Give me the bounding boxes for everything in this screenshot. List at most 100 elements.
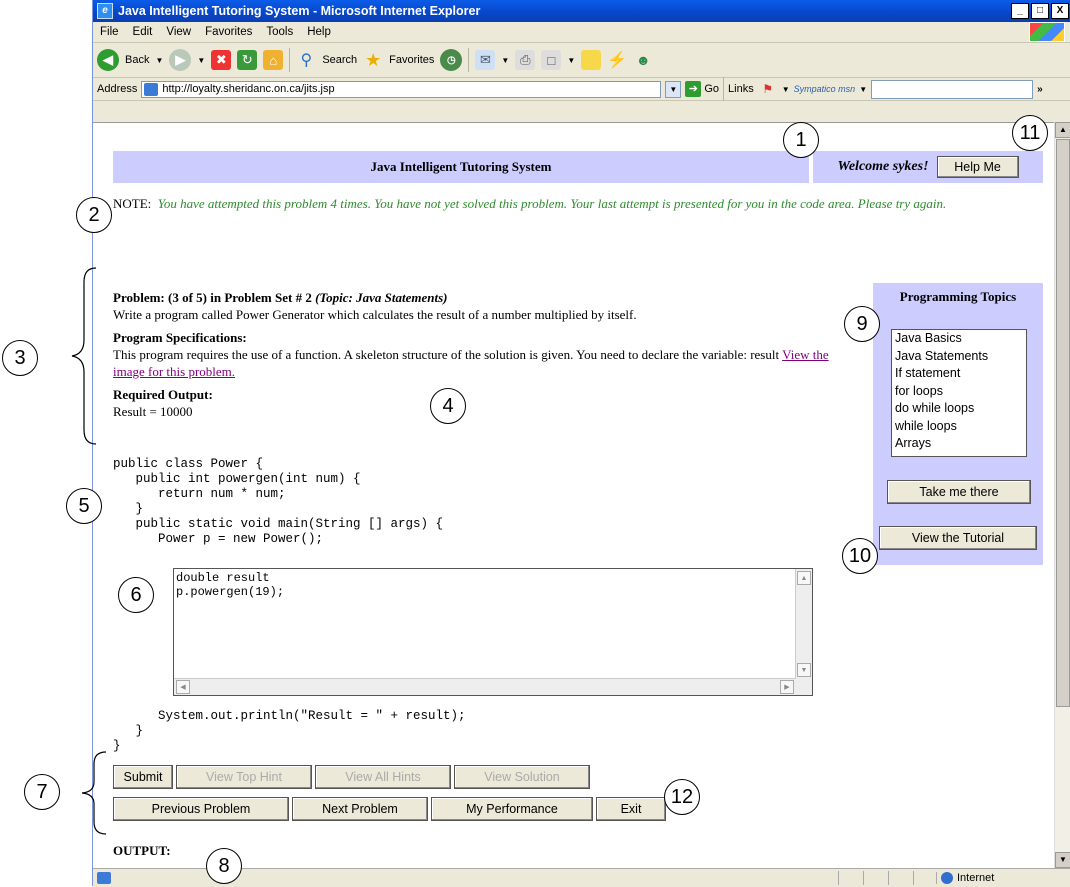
back-dropdown-icon[interactable]: ▼ [155, 56, 163, 65]
brace-7 [81, 751, 107, 835]
links-label[interactable]: Links [728, 83, 754, 95]
menu-view[interactable]: View [159, 26, 198, 38]
mail-dropdown-icon[interactable]: ▼ [501, 56, 509, 65]
spec-heading: Program Specifications: [113, 330, 247, 345]
code-input[interactable] [174, 569, 796, 679]
back-arrow-icon[interactable]: ◀ [97, 49, 119, 71]
favorites-star-icon[interactable]: ★ [363, 50, 383, 70]
minimize-button[interactable]: _ [1011, 3, 1029, 19]
topic-item[interactable]: Java Statements [895, 348, 1026, 366]
back-label[interactable]: Back [125, 54, 149, 66]
required-output: Result = 10000 [113, 404, 193, 419]
messenger-bolt-icon[interactable]: ⚡ [607, 50, 627, 70]
address-dropdown-icon[interactable]: ▼ [665, 80, 682, 98]
page-content: Java Intelligent Tutoring System Welcome… [93, 122, 1055, 869]
topic-item[interactable]: for loops [895, 383, 1026, 401]
translate-icon[interactable]: ⚑ [758, 79, 778, 99]
address-url[interactable]: http://loyalty.sheridanc.on.ca/jits.jsp [162, 83, 334, 95]
page-scroll-down-icon[interactable]: ▼ [1055, 852, 1070, 868]
edit-page-icon[interactable]: □ [541, 50, 562, 70]
menu-file[interactable]: File [93, 26, 126, 38]
menu-bar: File Edit View Favorites Tools Help [93, 22, 1070, 43]
favorites-label[interactable]: Favorites [389, 54, 434, 66]
close-button[interactable]: X [1051, 3, 1069, 19]
page-icon [144, 82, 159, 96]
forward-arrow-icon[interactable]: ▶ [169, 49, 192, 71]
callout-8: 8 [206, 848, 242, 884]
go-button[interactable]: ➔ Go [685, 81, 719, 97]
output-label: OUTPUT: [113, 843, 171, 858]
scroll-up-icon[interactable]: ▲ [797, 571, 811, 585]
status-cell [888, 871, 911, 885]
view-all-hints-button[interactable]: View All Hints [315, 765, 451, 789]
toolbar-separator [468, 48, 470, 72]
menu-favorites[interactable]: Favorites [198, 26, 259, 38]
my-performance-button[interactable]: My Performance [431, 797, 593, 821]
sympatico-dropdown-icon[interactable]: ▼ [859, 85, 867, 94]
page-title: Java Intelligent Tutoring System [370, 159, 552, 174]
stop-icon[interactable]: ✖ [211, 50, 232, 70]
editor-horizontal-scrollbar[interactable]: ◀ ▶ [174, 678, 796, 695]
topic-item[interactable]: If statement [895, 365, 1026, 383]
print-icon[interactable]: ⎙ [515, 50, 536, 70]
page-header: Java Intelligent Tutoring System [113, 151, 809, 183]
previous-problem-button[interactable]: Previous Problem [113, 797, 289, 821]
address-input[interactable]: http://loyalty.sheridanc.on.ca/jits.jsp [141, 80, 662, 98]
menu-help[interactable]: Help [300, 26, 338, 38]
messenger-people-icon[interactable]: ☻ [633, 50, 653, 70]
maximize-button[interactable]: □ [1031, 3, 1049, 19]
ie-icon: e [97, 3, 113, 19]
refresh-icon[interactable]: ↻ [237, 50, 258, 70]
topics-listbox[interactable]: Java Basics Java Statements If statement… [891, 329, 1027, 457]
forward-dropdown-icon[interactable]: ▼ [197, 56, 205, 65]
page-vertical-scrollbar[interactable]: ▲ ▼ [1054, 122, 1070, 868]
view-solution-button[interactable]: View Solution [454, 765, 590, 789]
scroll-left-icon[interactable]: ◀ [176, 680, 190, 694]
help-button[interactable]: Help Me [936, 156, 1019, 178]
mail-icon[interactable]: ✉ [475, 50, 496, 70]
topic-item[interactable]: while loops [895, 418, 1026, 436]
history-icon[interactable]: ◷ [440, 49, 463, 71]
scroll-down-icon[interactable]: ▼ [797, 663, 811, 677]
take-me-there-button[interactable]: Take me there [887, 480, 1031, 504]
menu-edit[interactable]: Edit [126, 26, 160, 38]
exit-button[interactable]: Exit [596, 797, 666, 821]
topic-item[interactable]: Java Basics [895, 330, 1026, 348]
code-editor[interactable]: ▲ ▼ ◀ ▶ [173, 568, 813, 696]
status-cell [838, 871, 861, 885]
sympatico-logo[interactable]: Sympatico msn [794, 84, 856, 94]
links-dropdown-icon[interactable]: ▼ [782, 85, 790, 94]
zone-label: Internet [957, 872, 995, 884]
go-arrow-icon: ➔ [685, 81, 702, 97]
welcome-panel: Welcome sykes! Help Me [813, 151, 1043, 183]
editor-vertical-scrollbar[interactable]: ▲ ▼ [795, 569, 812, 679]
topic-item[interactable]: Arrays [895, 435, 1026, 453]
browser-window: e Java Intelligent Tutoring System - Mic… [92, 0, 1070, 887]
home-icon[interactable]: ⌂ [263, 50, 284, 70]
topic-item[interactable]: do while loops [895, 400, 1026, 418]
navigation-buttons-row: Previous Problem Next Problem My Perform… [113, 797, 666, 821]
msn-search-input[interactable] [871, 79, 1034, 99]
next-problem-button[interactable]: Next Problem [292, 797, 428, 821]
edit-dropdown-icon[interactable]: ▼ [567, 56, 575, 65]
view-top-hint-button[interactable]: View Top Hint [176, 765, 312, 789]
title-bar: e Java Intelligent Tutoring System - Mic… [93, 0, 1070, 22]
status-cell [913, 871, 936, 885]
page-scroll-up-icon[interactable]: ▲ [1055, 122, 1070, 138]
scroll-right-icon[interactable]: ▶ [780, 680, 794, 694]
toolbar-separator [289, 48, 291, 72]
windows-logo-icon [1029, 22, 1065, 42]
view-tutorial-button[interactable]: View the Tutorial [879, 526, 1037, 550]
programming-topics-panel: Programming Topics Java Basics Java Stat… [873, 283, 1043, 565]
address-bar: Address http://loyalty.sheridanc.on.ca/j… [93, 77, 1070, 101]
page-scroll-thumb[interactable] [1056, 139, 1070, 707]
security-zone: Internet [936, 872, 1070, 884]
problem-text: Write a program called Power Generator w… [113, 307, 637, 322]
search-label[interactable]: Search [322, 54, 357, 66]
submit-button[interactable]: Submit [113, 765, 173, 789]
discuss-icon[interactable] [581, 50, 602, 70]
menu-tools[interactable]: Tools [259, 26, 300, 38]
toolbar-overflow-icon[interactable]: » [1037, 84, 1043, 95]
callout-2: 2 [76, 197, 112, 233]
search-icon[interactable]: ⚲ [296, 50, 316, 70]
